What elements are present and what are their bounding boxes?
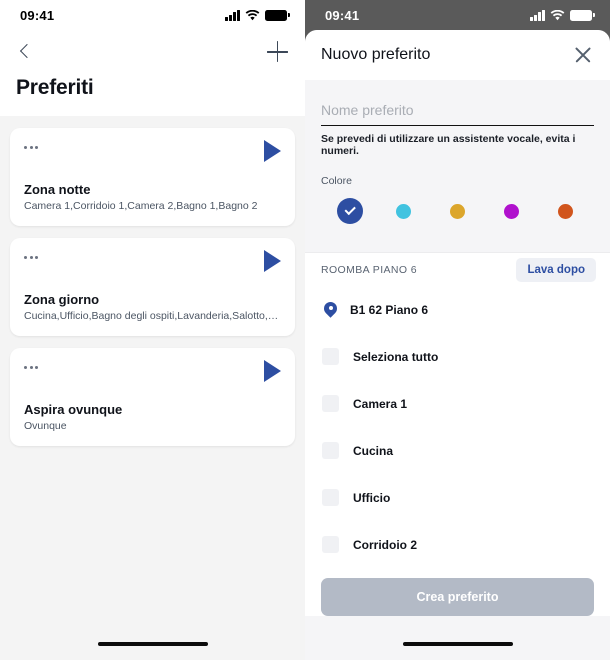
add-favorite-button[interactable] — [267, 41, 289, 63]
cellular-signal-icon — [530, 9, 545, 21]
cellular-signal-icon — [225, 9, 240, 21]
card-top-row — [24, 140, 281, 176]
room-label: Ufficio — [353, 490, 391, 505]
favorite-rooms: Cucina,Ufficio,Bagno degli ospiti,Lavand… — [24, 310, 281, 322]
color-swatch-blue[interactable] — [336, 198, 363, 224]
sheet-title: Nuovo preferito — [321, 46, 431, 63]
submit-wrap: Crea preferito — [305, 572, 610, 616]
color-swatch-orange[interactable] — [557, 203, 573, 219]
overflow-menu-icon[interactable] — [24, 250, 38, 259]
room-label: Camera 1 — [353, 396, 408, 411]
list-item[interactable]: Camera 1 — [305, 380, 610, 427]
favorite-rooms: Camera 1,Corridoio 1,Camera 2,Bagno 1,Ba… — [24, 200, 258, 212]
checkbox-select-all[interactable] — [322, 348, 339, 365]
back-button[interactable] — [16, 42, 36, 62]
status-bar-icons — [530, 9, 595, 21]
color-swatch-yellow[interactable] — [449, 203, 465, 219]
color-swatch-slot — [431, 203, 485, 219]
color-swatch-slot — [538, 203, 592, 219]
left-phone-screen: 09:41 Preferiti Zona notte Camera 1,Corr… — [0, 0, 305, 660]
favorites-list: Zona notte Camera 1,Corridoio 1,Camera 2… — [0, 116, 305, 446]
checkbox-room[interactable] — [322, 395, 339, 412]
play-icon[interactable] — [264, 360, 281, 382]
room-label: Cucina — [353, 443, 394, 458]
wifi-icon — [245, 9, 260, 20]
robot-section-header: ROOMBA PIANO 6 Lava dopo — [305, 252, 610, 286]
color-swatch-purple[interactable] — [503, 203, 519, 219]
color-swatch-row — [321, 198, 594, 224]
battery-full-icon — [570, 9, 595, 21]
checkbox-room[interactable] — [322, 536, 339, 553]
favorite-form: Se prevedi di utilizzare un assistente v… — [305, 80, 610, 238]
favorite-name-input[interactable] — [321, 102, 594, 126]
play-icon[interactable] — [264, 250, 281, 272]
list-item[interactable]: Zona notte Camera 1,Corridoio 1,Camera 2… — [10, 128, 295, 226]
favorite-name: Zona giorno — [24, 292, 100, 307]
card-top-row — [24, 250, 281, 286]
status-bar-icons — [225, 9, 290, 21]
color-swatch-cyan[interactable] — [396, 203, 412, 219]
list-item[interactable]: Ufficio — [305, 474, 610, 521]
color-swatch-slot — [323, 198, 377, 224]
check-icon — [344, 204, 356, 216]
sheet-header: Nuovo preferito — [305, 30, 610, 80]
room-list: B1 62 Piano 6 Seleziona tutto Camera 1 C… — [305, 286, 610, 572]
checkbox-room[interactable] — [322, 442, 339, 459]
room-label: Corridoio 2 — [353, 537, 418, 552]
list-item[interactable]: Corridoio 2 — [305, 521, 610, 568]
list-item[interactable]: Cucina — [305, 427, 610, 474]
checkbox-room[interactable] — [322, 489, 339, 506]
robot-section-title: ROOMBA PIANO 6 — [321, 263, 418, 276]
right-phone-screen: 09:41 Nuovo preferito Se prevedi di util… — [305, 0, 610, 660]
page-title: Preferiti — [16, 76, 94, 99]
overflow-menu-icon[interactable] — [24, 360, 38, 369]
list-item-location[interactable]: B1 62 Piano 6 — [305, 286, 610, 333]
dual-screen-container: 09:41 Preferiti Zona notte Camera 1,Corr… — [0, 0, 610, 660]
close-icon[interactable] — [572, 44, 594, 66]
color-swatch-slot — [484, 203, 538, 219]
status-bar-time: 09:41 — [325, 7, 360, 23]
favorite-name: Aspira ovunque — [24, 402, 123, 417]
color-swatch-slot — [377, 203, 431, 219]
play-icon[interactable] — [264, 140, 281, 162]
left-status-bar: 09:41 — [0, 0, 305, 30]
helper-text: Se prevedi di utilizzare un assistente v… — [321, 133, 576, 157]
favorite-name: Zona notte — [24, 182, 91, 197]
wash-after-button[interactable]: Lava dopo — [516, 257, 596, 282]
create-favorite-button[interactable]: Crea preferito — [321, 578, 594, 616]
list-item[interactable]: Seleziona tutto — [305, 333, 610, 380]
map-pin-icon — [321, 298, 340, 319]
room-label: Seleziona tutto — [353, 349, 439, 364]
wifi-icon — [550, 9, 565, 20]
color-section-label: Colore — [321, 175, 352, 187]
page-title-wrap: Preferiti — [0, 74, 305, 116]
home-indicator — [402, 642, 513, 646]
room-label: B1 62 Piano 6 — [350, 302, 429, 317]
right-status-bar: 09:41 — [305, 0, 610, 30]
card-top-row — [24, 360, 281, 396]
left-nav-bar — [0, 30, 305, 74]
section-divider — [305, 238, 610, 252]
list-item[interactable]: Aspira ovunque Ovunque — [10, 348, 295, 446]
list-item[interactable]: Zona giorno Cucina,Ufficio,Bagno degli o… — [10, 238, 295, 336]
favorite-rooms: Ovunque — [24, 420, 67, 432]
home-indicator — [97, 642, 208, 646]
status-bar-time: 09:41 — [20, 7, 55, 23]
new-favorite-sheet: Nuovo preferito Se prevedi di utilizzare… — [305, 30, 610, 660]
overflow-menu-icon[interactable] — [24, 140, 38, 149]
battery-full-icon — [265, 9, 290, 21]
